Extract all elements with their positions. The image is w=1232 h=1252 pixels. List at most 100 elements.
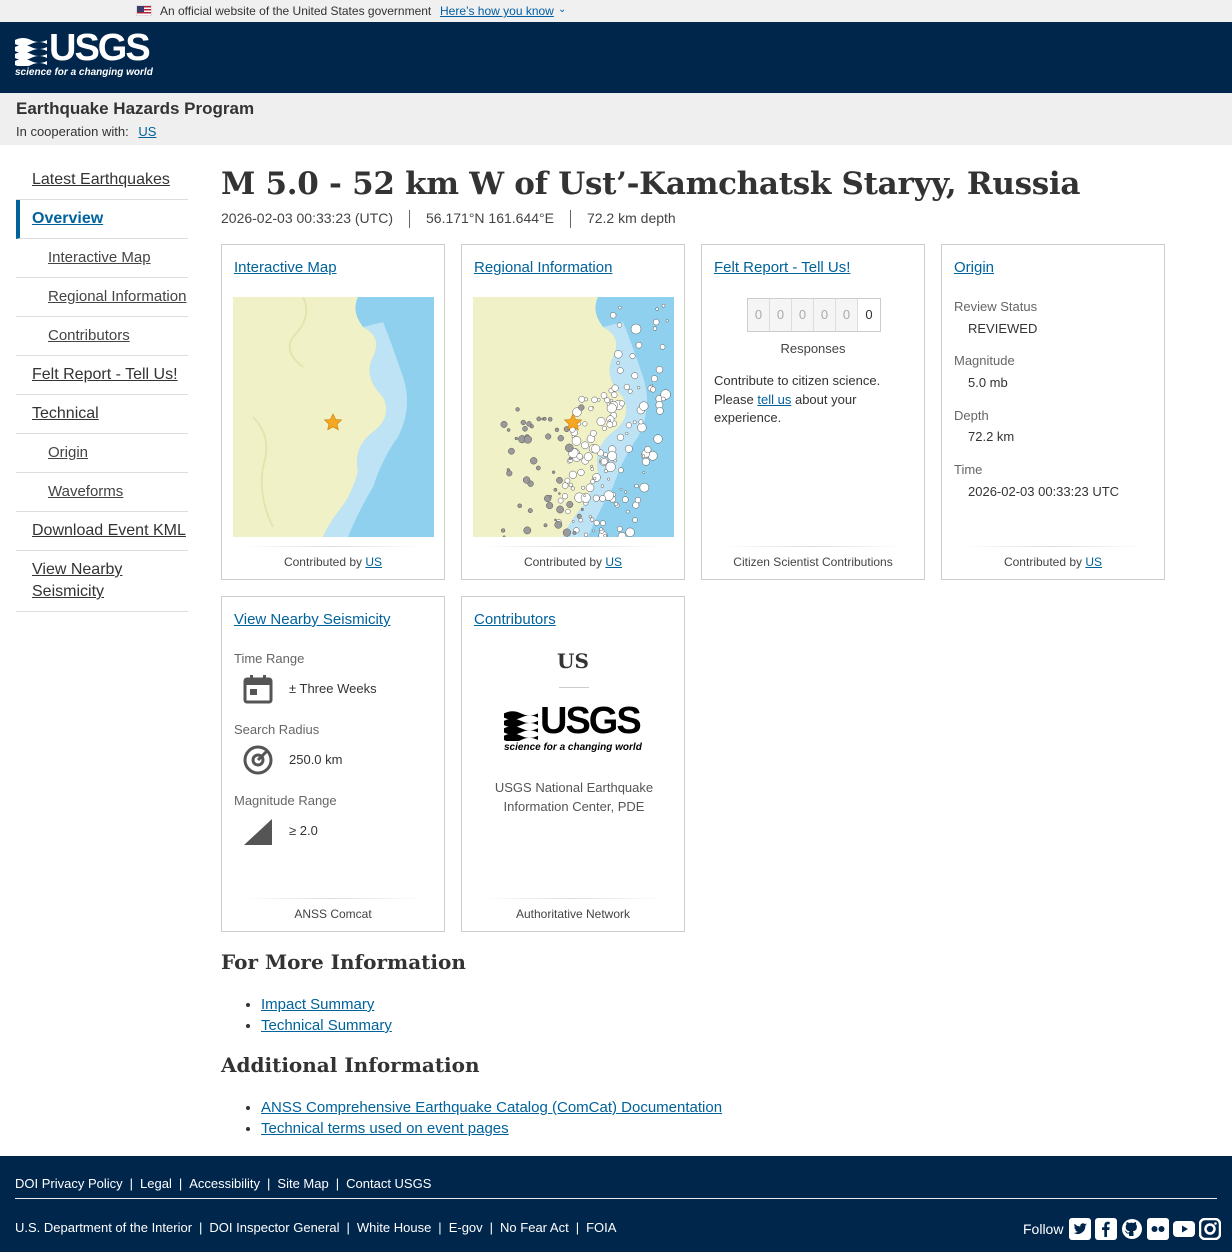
- gov-banner: An official website of the United States…: [0, 0, 1232, 22]
- card-title-interactive-map[interactable]: Interactive Map: [234, 259, 337, 276]
- footer-link-site-map[interactable]: Site Map: [277, 1176, 328, 1191]
- review-status-value: REVIEWED: [968, 321, 1038, 336]
- quake-marker: [625, 527, 635, 537]
- regional-map-thumbnail[interactable]: [473, 297, 674, 537]
- card-title-origin[interactable]: Origin: [954, 259, 994, 276]
- sidebar-item-download-kml[interactable]: Download Event KML: [16, 512, 188, 551]
- facebook-icon[interactable]: [1095, 1218, 1117, 1240]
- quake-marker: [642, 471, 646, 474]
- footer-link-contact[interactable]: Contact USGS: [346, 1176, 431, 1191]
- comcat-docs-link[interactable]: ANSS Comprehensive Earthquake Catalog (C…: [261, 1099, 722, 1116]
- footer-link-foia[interactable]: FOIA: [586, 1220, 616, 1235]
- quake-marker: [583, 532, 589, 537]
- footer-link-inspector-general[interactable]: DOI Inspector General: [209, 1220, 339, 1235]
- footer-link-accessibility[interactable]: Accessibility: [189, 1176, 260, 1191]
- sidebar-item-felt-report[interactable]: Felt Report - Tell Us!: [16, 356, 188, 395]
- quake-marker: [634, 483, 639, 489]
- usgs-contributor-logo: USGS science for a changing world: [504, 701, 644, 757]
- sidebar-item-waveforms[interactable]: Waveforms: [16, 473, 188, 512]
- flickr-icon[interactable]: [1147, 1218, 1169, 1240]
- youtube-icon[interactable]: [1173, 1218, 1195, 1240]
- sidebar-item-overview[interactable]: Overview: [16, 200, 188, 239]
- usgs-waves-icon: [15, 38, 47, 66]
- felt-description: Contribute to citizen science. Please te…: [714, 372, 904, 428]
- quake-marker: [506, 468, 510, 472]
- quake-marker: [565, 443, 574, 453]
- quake-marker: [652, 326, 658, 331]
- footer-link-doi[interactable]: U.S. Department of the Interior: [15, 1220, 192, 1235]
- sidebar-item-technical[interactable]: Technical: [16, 395, 188, 434]
- card-title-regional-information[interactable]: Regional Information: [474, 259, 612, 276]
- quake-marker: [650, 386, 657, 393]
- sidebar-item-interactive-map[interactable]: Interactive Map: [16, 239, 188, 278]
- quake-marker: [584, 397, 588, 402]
- card-contributors: Contributors US USGS science for a chang…: [461, 596, 685, 932]
- quake-marker: [619, 487, 623, 491]
- quake-marker: [609, 398, 613, 402]
- sidebar-item-latest-earthquakes[interactable]: Latest Earthquakes: [16, 161, 188, 200]
- sidebar-item-origin[interactable]: Origin: [16, 434, 188, 473]
- tell-us-link[interactable]: tell us: [757, 392, 791, 407]
- footer-link-legal[interactable]: Legal: [140, 1176, 172, 1191]
- card-title-contributors[interactable]: Contributors: [474, 611, 556, 628]
- technical-summary-link[interactable]: Technical Summary: [261, 1017, 392, 1034]
- chevron-down-icon[interactable]: ⌄: [558, 4, 566, 15]
- quake-marker: [611, 391, 618, 398]
- sidebar-item-regional-information[interactable]: Regional Information: [16, 278, 188, 317]
- quake-marker: [650, 375, 658, 383]
- footer-link-no-fear[interactable]: No Fear Act: [500, 1220, 569, 1235]
- divider: [242, 898, 424, 899]
- time-value: 2026-02-03 00:33:23 UTC: [968, 484, 1120, 499]
- divider: |: [346, 1220, 350, 1235]
- interactive-map-thumbnail[interactable]: [233, 297, 434, 537]
- sidebar-item-contributors[interactable]: Contributors: [16, 317, 188, 356]
- quake-marker: [661, 303, 666, 308]
- quake-marker: [554, 520, 563, 529]
- quake-marker: [585, 483, 595, 493]
- quake-marker: [635, 341, 643, 349]
- card-title-felt-report[interactable]: Felt Report - Tell Us!: [714, 259, 850, 276]
- sidebar-nav: Latest Earthquakes Overview Interactive …: [16, 161, 188, 612]
- additional-info-list: ANSS Comprehensive Earthquake Catalog (C…: [261, 1097, 722, 1139]
- sidebar-item-nearby-seismicity[interactable]: View Nearby Seismicity: [16, 551, 188, 612]
- quake-marker: [558, 492, 561, 495]
- footer-link-egov[interactable]: E-gov: [449, 1220, 483, 1235]
- counter-digit: 0: [748, 299, 770, 331]
- quake-marker: [665, 319, 669, 323]
- quake-marker: [632, 420, 637, 425]
- card-title-nearby-seismicity[interactable]: View Nearby Seismicity: [234, 611, 390, 628]
- twitter-icon[interactable]: [1069, 1218, 1091, 1240]
- quake-marker: [578, 395, 586, 403]
- divider: |: [178, 1176, 183, 1191]
- network-code: US: [557, 649, 589, 673]
- contributor-link-us[interactable]: US: [605, 555, 622, 569]
- usgs-logo[interactable]: USGS science for a changing world: [15, 28, 153, 80]
- quake-marker: [601, 425, 607, 431]
- counter-digit: 0: [792, 299, 814, 331]
- footer-link-privacy[interactable]: DOI Privacy Policy: [15, 1176, 123, 1191]
- contributor-link-us[interactable]: US: [365, 555, 382, 569]
- quake-marker: [582, 421, 588, 427]
- divider: [559, 687, 589, 688]
- quake-marker: [617, 322, 623, 328]
- depth-value: 72.2 km: [968, 429, 1015, 444]
- quake-marker: [622, 496, 629, 503]
- site-footer: DOI Privacy Policy | Legal | Accessibility | S…: [0, 1156, 1232, 1252]
- usgs-waves-icon: [504, 711, 538, 741]
- event-time: 2026-02-03 00:33:23 (UTC): [221, 210, 393, 226]
- impact-summary-link[interactable]: Impact Summary: [261, 996, 374, 1013]
- additional-info-heading: Additional Information: [221, 1053, 480, 1077]
- program-name[interactable]: Earthquake Hazards Program: [16, 99, 254, 119]
- coop-link-us[interactable]: US: [138, 124, 156, 139]
- how-you-know-link[interactable]: Here’s how you know: [440, 4, 554, 18]
- instagram-icon[interactable]: [1199, 1218, 1221, 1240]
- quake-marker: [590, 479, 596, 485]
- contributor-link-us[interactable]: US: [1085, 555, 1102, 569]
- quake-marker: [600, 458, 608, 465]
- github-icon[interactable]: [1121, 1218, 1143, 1240]
- footer-link-white-house[interactable]: White House: [357, 1220, 431, 1235]
- quake-marker: [610, 312, 617, 319]
- time-range-value: ± Three Weeks: [289, 681, 377, 696]
- technical-terms-link[interactable]: Technical terms used on event pages: [261, 1120, 509, 1137]
- quake-marker: [607, 451, 618, 461]
